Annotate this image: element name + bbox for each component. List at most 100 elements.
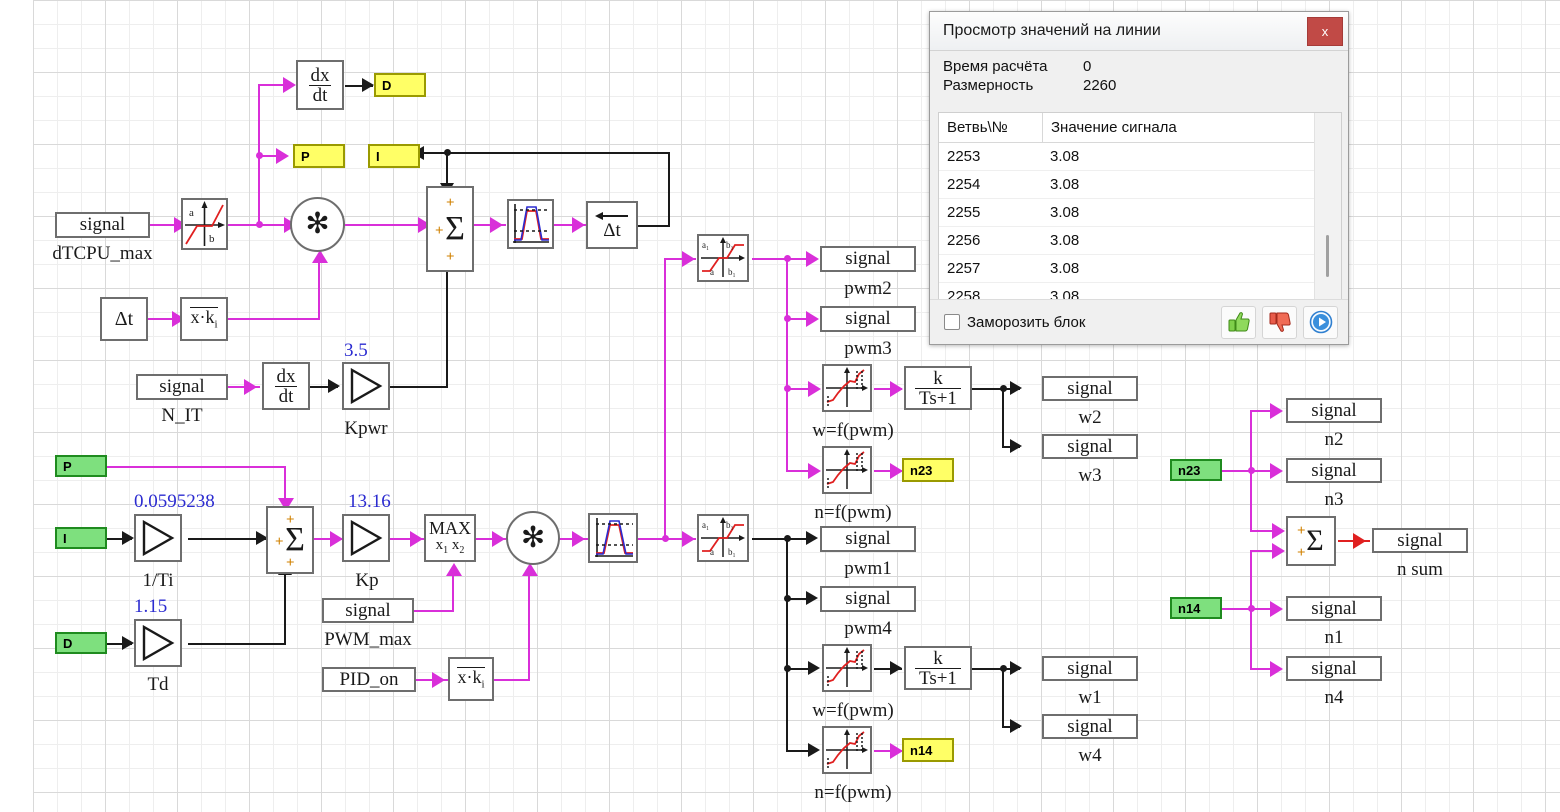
wire-arrow [808,661,820,675]
label-n-f-pwm-bot: n=f(pwm) [814,782,892,803]
sum-block-pid[interactable]: Σ + + + [266,506,314,574]
multiply-block-2[interactable]: ✻ [506,511,560,565]
signal-block-n4[interactable]: signal [1286,656,1382,681]
from-tag-I[interactable]: I [55,527,107,549]
derivative-block-top[interactable]: dx dt [296,60,344,110]
goto-tag-n23[interactable]: n23 [902,458,954,482]
table-scrollbar[interactable] [1314,113,1341,304]
signal-block-n-sum[interactable]: signal [1372,528,1468,553]
delta-t-block[interactable]: Δt [100,297,148,341]
table-row[interactable]: 2253 3.08 [939,143,1341,171]
wire [638,225,670,227]
info-row: Время расчёта 0 [930,57,1348,76]
signal-block-pwm4[interactable]: signal [820,586,916,612]
gain-block-kpwr[interactable] [342,362,390,410]
play-icon[interactable] [1303,305,1338,339]
wire [106,466,286,468]
signal-block-w2[interactable]: signal [1042,376,1138,401]
signal-block-n3[interactable]: signal [1286,458,1382,483]
goto-tag-P[interactable]: P [293,144,345,168]
checkbox-icon[interactable] [944,314,960,330]
gain-block-inv-ti[interactable] [134,514,182,562]
tag-label: n23 [910,462,933,478]
svg-text:b₁: b₁ [728,267,736,277]
scale-label: x·ki [190,307,218,331]
signal-block-pid-on[interactable]: PID_on [322,667,416,692]
signal-block-n-it[interactable]: signal [136,374,228,400]
sum-block-n[interactable]: Σ + + [1286,516,1336,566]
wire [446,152,448,186]
thumbs-down-icon[interactable] [1262,305,1297,339]
max-block[interactable]: MAX x1 x2 [424,514,476,562]
nonlinearity-block-n-top[interactable] [822,446,872,494]
line-values-dialog[interactable]: Просмотр значений на линии x Время расчё… [929,11,1349,345]
from-tag-n14[interactable]: n14 [1170,597,1222,619]
from-tag-P[interactable]: P [55,455,107,477]
nonlinearity-block-n-bot[interactable] [822,726,872,774]
saturation-block[interactable]: a b [181,198,228,250]
table-row[interactable]: 2256 3.08 [939,227,1341,255]
wire [448,152,670,154]
transfer-function-block-top[interactable]: k Ts+1 [904,366,972,410]
freeze-block-checkbox[interactable]: Заморозить блок [930,314,1221,331]
scale-block-1[interactable]: x·ki [180,297,228,341]
signal-block-pwm2[interactable]: signal [820,246,916,272]
scope-block-1[interactable] [507,199,554,249]
wire-arrow [492,531,505,547]
signal-block-n2[interactable]: signal [1286,398,1382,423]
svg-text:a: a [710,547,714,557]
signal-block-pwm3[interactable]: signal [820,306,916,332]
signal-block-w3[interactable]: signal [1042,434,1138,459]
svg-text:a₁: a₁ [702,520,709,530]
table-row[interactable]: 2254 3.08 [939,171,1341,199]
wire-arrow [1010,381,1022,395]
sum-sign-plus: + [1297,545,1306,561]
demux-block-2[interactable]: a₁ b₁ a b₁ [697,514,749,562]
sum-sign-plus: + [446,249,455,265]
table-row[interactable]: 2255 3.08 [939,199,1341,227]
demux-block-1[interactable]: a₁ b₁ a b₁ [697,234,749,282]
table-row[interactable]: 2257 3.08 [939,255,1341,283]
signal-block-pwm1[interactable]: signal [820,526,916,552]
scope-block-2[interactable] [588,513,638,563]
diagram-canvas[interactable]: signal dTCPU_max a b dx dt D P I ✻ Δt x·… [0,0,1560,812]
from-tag-n23[interactable]: n23 [1170,459,1222,481]
signal-label: signal [1067,657,1113,679]
signal-block-pwm-max[interactable]: signal [322,598,414,623]
wire [188,643,286,645]
goto-tag-n14[interactable]: n14 [902,738,954,762]
nonlinearity-block-w-top[interactable] [822,364,872,412]
goto-tag-I[interactable]: I [368,144,420,168]
frac-denominator: dt [308,84,332,105]
derivative-block-nit[interactable]: dx dt [262,362,310,410]
transfer-function-block-bot[interactable]: k Ts+1 [904,646,972,690]
signal-label: signal [845,248,891,269]
dialog-title: Просмотр значений на линии [943,22,1161,39]
signal-block-w4[interactable]: signal [1042,714,1138,739]
max-inputs: x1 x2 [435,537,465,557]
multiply-block-1[interactable]: ✻ [290,197,345,252]
close-icon[interactable]: x [1307,16,1343,46]
thumbs-up-icon[interactable] [1221,305,1256,339]
scrollbar-thumb[interactable] [1326,235,1329,277]
gain-block-kp[interactable] [342,514,390,562]
nonlinearity-icon [826,729,868,769]
signal-block-w1[interactable]: signal [1042,656,1138,681]
dialog-title-bar[interactable]: Просмотр значений на линии x [930,12,1348,51]
signal-block-n1[interactable]: signal [1286,596,1382,621]
gain-value-kp: 13.16 [348,491,391,512]
nonlinearity-block-w-bot[interactable] [822,644,872,692]
signal-label: signal [845,528,891,549]
signal-block-dtcpu-max[interactable]: signal [55,212,150,238]
goto-tag-D[interactable]: D [374,73,426,97]
sum-block-main[interactable]: Σ + + + [426,186,474,272]
delta-t-label: Δt [114,307,134,330]
gain-block-td[interactable] [134,619,182,667]
delay-block[interactable]: Δt [586,201,638,249]
triangle-gain-icon [350,368,383,404]
from-tag-D[interactable]: D [55,632,107,654]
scale-block-2[interactable]: x·ki [448,657,494,701]
signal-label: signal [1311,399,1357,421]
signal-label: signal [1311,597,1357,619]
values-table[interactable]: Ветвь\№ Значение сигнала 2253 3.08 2254 … [938,112,1342,305]
